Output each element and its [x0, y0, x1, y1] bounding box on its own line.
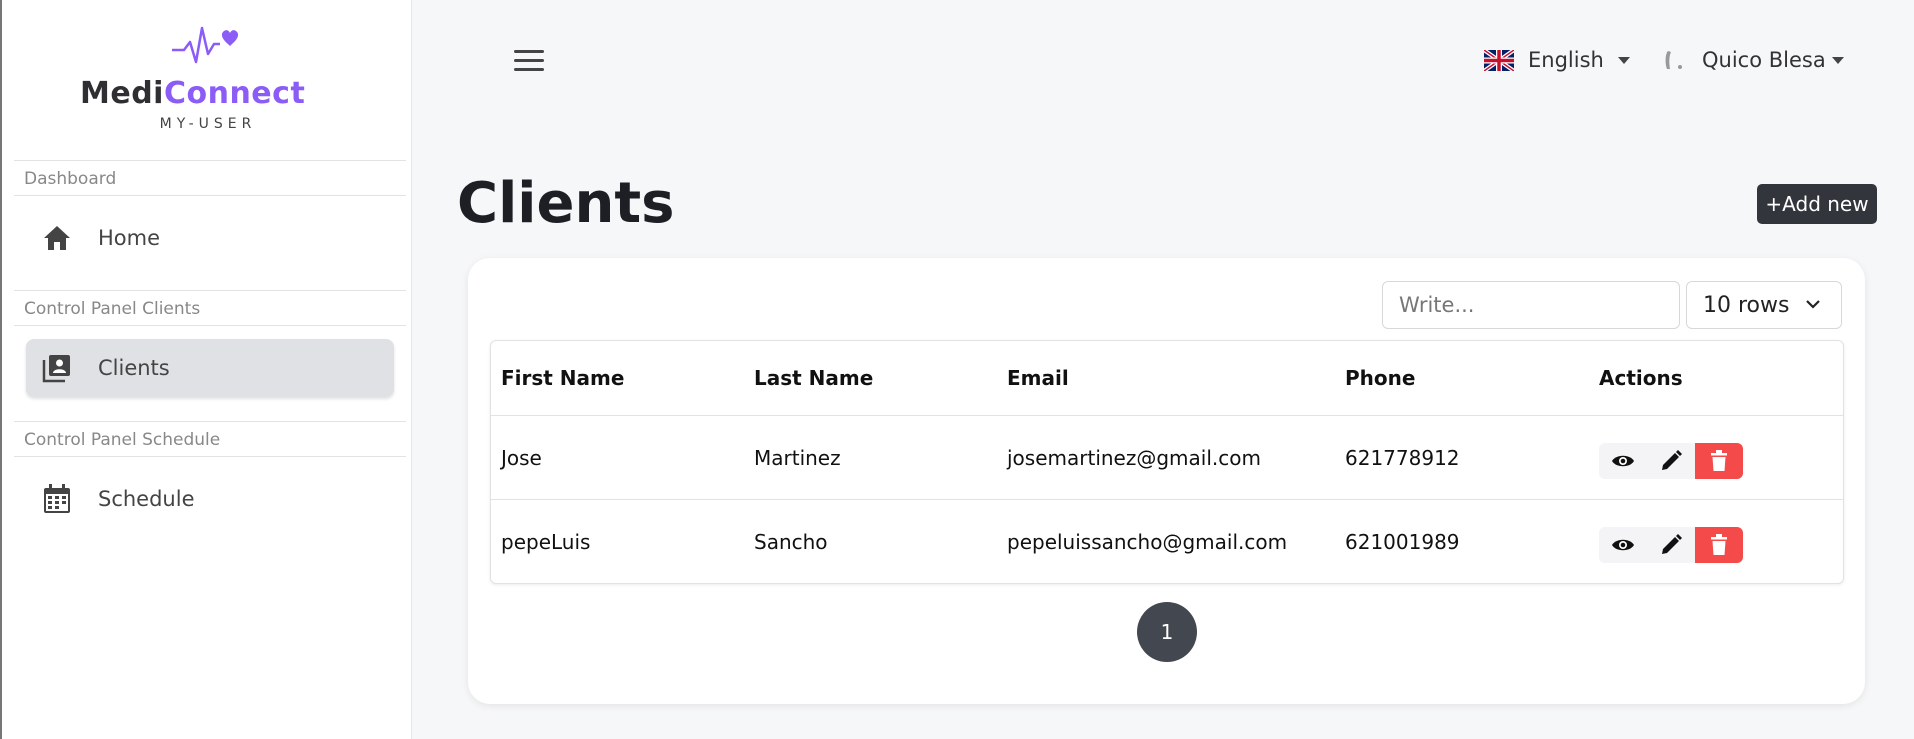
home-icon	[40, 221, 74, 255]
brand-subtitle: MY-USER	[159, 116, 257, 132]
row-actions	[1599, 442, 1842, 479]
cell-email: pepeluissancho@gmail.com	[1007, 529, 1288, 554]
rows-per-page-value: 10 rows	[1703, 292, 1790, 318]
view-button[interactable]	[1599, 442, 1647, 479]
cell-last-name: Martinez	[744, 416, 997, 500]
page-title: Clients	[457, 171, 675, 236]
sidebar-item-schedule[interactable]: Schedule	[26, 470, 394, 528]
user-menu[interactable]: Quico Blesa	[1662, 48, 1844, 72]
cell-first-name: Jose	[491, 416, 744, 500]
edit-button[interactable]	[1647, 526, 1695, 563]
column-header-email[interactable]: Email	[997, 341, 1335, 416]
sidebar-item-home[interactable]: Home	[26, 209, 394, 267]
cell-actions	[1589, 416, 1843, 500]
uk-flag-icon	[1484, 49, 1514, 71]
cell-phone: 621001989	[1345, 529, 1460, 554]
user-avatar-icon	[1665, 51, 1682, 69]
brand-name-part2: Connect	[163, 76, 306, 111]
pencil-icon	[1662, 533, 1682, 554]
cell-email: josemartinez@gmail.com	[997, 416, 1335, 500]
sidebar-item-label: Home	[98, 226, 161, 250]
trash-icon	[1711, 533, 1727, 555]
add-new-button[interactable]: +Add new	[1757, 184, 1877, 224]
chevron-down-icon	[1806, 300, 1820, 309]
cell-actions	[1589, 500, 1843, 583]
delete-button[interactable]	[1695, 442, 1743, 479]
clients-table: First Name Last Name Email Phone Actions…	[490, 340, 1844, 584]
pagination-page-button[interactable]: 1	[1137, 602, 1197, 662]
delete-button[interactable]	[1695, 526, 1743, 563]
eye-icon	[1612, 455, 1634, 466]
language-selector[interactable]: English	[1484, 48, 1630, 72]
clients-card: 10 rows First Name Last Name Email Phone…	[468, 258, 1865, 704]
eye-icon	[1612, 539, 1634, 550]
sidebar-section-schedule: Control Panel Schedule	[14, 421, 406, 457]
column-header-first-name[interactable]: First Name	[491, 341, 744, 416]
cell-phone: 621778912	[1335, 416, 1589, 500]
language-label: English	[1528, 48, 1604, 72]
clients-icon	[40, 351, 74, 385]
table-row: pepeLuis Sancho pepeluissancho@gmail.com…	[491, 500, 1843, 583]
view-button[interactable]	[1599, 526, 1647, 563]
pencil-icon	[1662, 449, 1682, 470]
column-header-last-name[interactable]: Last Name	[744, 341, 997, 416]
sidebar-section-dashboard: Dashboard	[14, 160, 406, 196]
trash-icon	[1711, 449, 1727, 471]
hamburger-icon-line	[514, 59, 544, 62]
brand-name: MediConnect	[80, 76, 305, 111]
sidebar-section-clients: Control Panel Clients	[14, 290, 406, 326]
table-header-row: First Name Last Name Email Phone Actions	[491, 341, 1843, 416]
brand-name-part1: Medi	[80, 76, 164, 111]
edit-button[interactable]	[1647, 442, 1695, 479]
rows-per-page-select[interactable]: 10 rows	[1686, 281, 1842, 329]
sidebar-item-label: Schedule	[98, 487, 195, 511]
cell-first-name: pepeLuis	[501, 529, 591, 554]
table-row: Jose Martinez josemartinez@gmail.com 621…	[491, 416, 1843, 500]
column-header-phone[interactable]: Phone	[1335, 341, 1589, 416]
sidebar-item-clients[interactable]: Clients	[26, 339, 394, 397]
caret-down-icon	[1617, 56, 1630, 64]
sidebar-item-label: Clients	[98, 356, 170, 380]
column-header-actions: Actions	[1589, 341, 1843, 416]
calendar-icon	[40, 482, 74, 516]
menu-toggle-button[interactable]	[514, 50, 544, 74]
sidebar: MediConnect MY-USER Dashboard Home Contr…	[0, 0, 412, 739]
user-name: Quico Blesa	[1702, 48, 1826, 72]
search-input[interactable]	[1382, 281, 1680, 329]
caret-down-icon	[1831, 56, 1844, 64]
cell-last-name: Sancho	[754, 529, 828, 554]
heartbeat-logo-icon	[172, 26, 239, 64]
brand-logo: MediConnect MY-USER	[2, 12, 414, 132]
hamburger-icon	[514, 50, 544, 53]
row-actions	[1599, 526, 1842, 563]
hamburger-icon-line	[514, 68, 544, 71]
